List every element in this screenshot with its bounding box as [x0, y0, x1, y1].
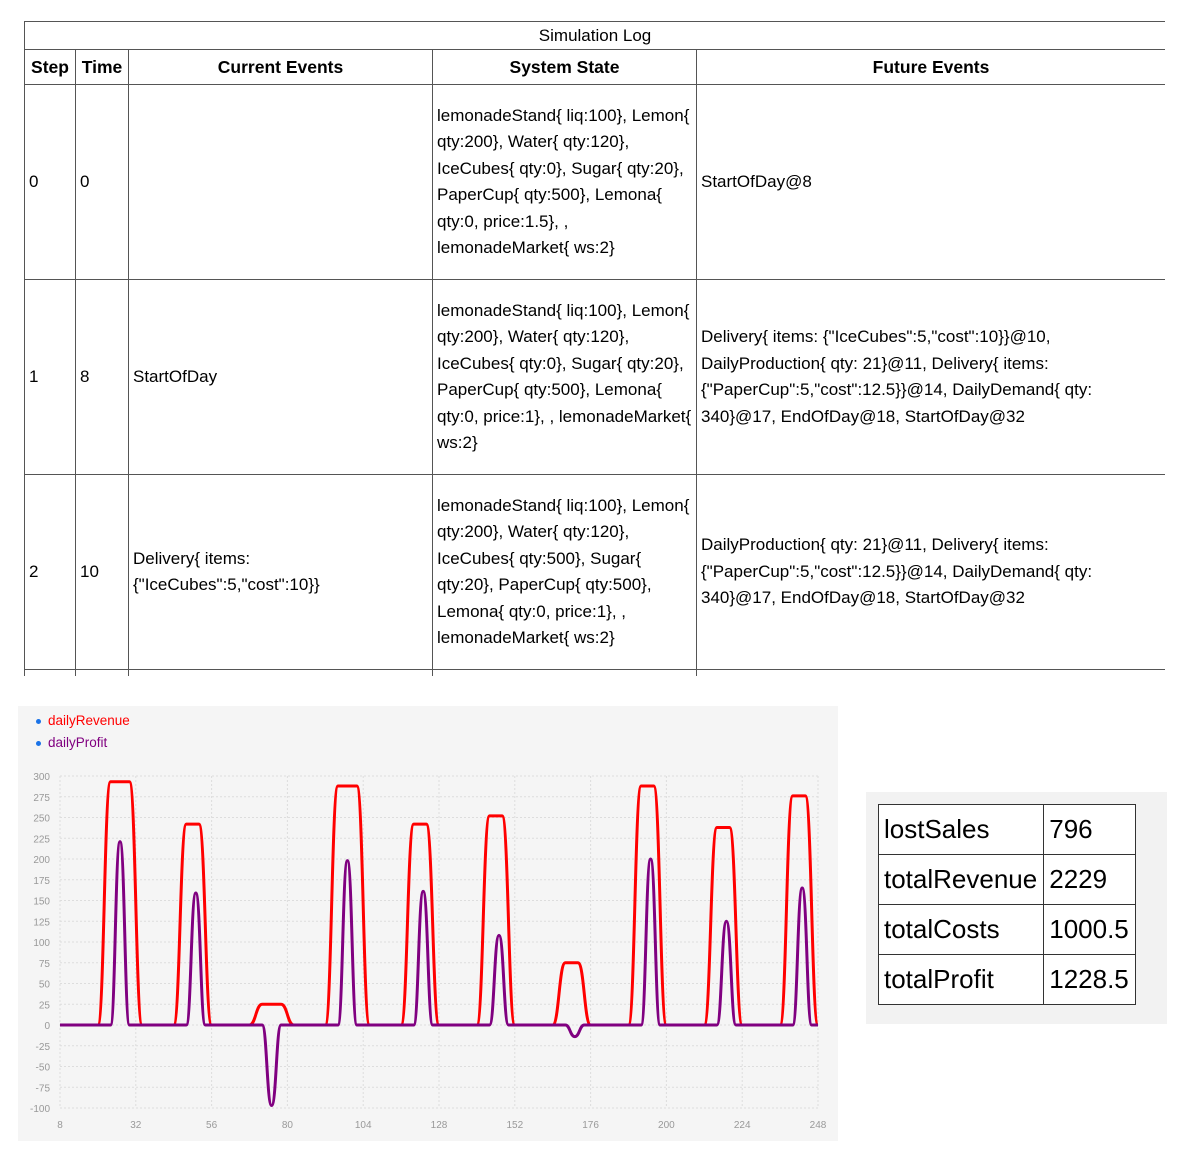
table-row: 1 8 StartOfDay lemonadeStand{ liq:100}, … [24, 279, 1165, 475]
stat-label: totalCosts [877, 904, 1045, 955]
y-tick-label: -25 [36, 1042, 51, 1053]
bullet-icon [36, 741, 41, 746]
x-tick-label: 152 [506, 1120, 523, 1131]
log-title: Simulation Log [24, 21, 1165, 50]
system-state-cell: lemonadeStand{ liq:100}, Lemon{ qty:200}… [432, 279, 697, 475]
stat-label: totalProfit [877, 954, 1045, 1005]
system-state-cell: lemonadeStand{ liq:100}, Lemon{ qty:200}… [432, 474, 697, 670]
x-tick-label: 248 [810, 1120, 827, 1131]
stat-label: lostSales [877, 804, 1045, 855]
future-events-cell: Delivery{ items: {"IceCubes":5,"cost":10… [695, 279, 1165, 475]
y-tick-label: 0 [44, 1021, 50, 1032]
x-tick-label: 32 [130, 1120, 142, 1131]
stat-value: 1228.5 [1043, 954, 1136, 1005]
y-tick-label: 100 [33, 938, 50, 949]
simulation-log-panel[interactable]: Simulation Log Step Time Current Events … [24, 21, 1165, 676]
statistics-panel: lostSales 796 totalRevenue 2229 totalCos… [866, 792, 1167, 1024]
stat-value: 1000.5 [1043, 904, 1136, 955]
x-tick-label: 224 [734, 1120, 751, 1131]
legend-item-daily-revenue[interactable]: dailyRevenue [36, 710, 130, 732]
col-header-step: Step [24, 49, 76, 85]
y-tick-label: 175 [33, 876, 50, 887]
time-cell: 10 [75, 474, 129, 670]
x-tick-label: 56 [206, 1120, 218, 1131]
y-tick-label: 275 [33, 793, 50, 804]
stat-value: 2229 [1043, 854, 1136, 905]
table-row: 0 0 lemonadeStand{ liq:100}, Lemon{ qty:… [24, 84, 1165, 280]
y-tick-label: 225 [33, 834, 50, 845]
current-events-cell [128, 84, 433, 280]
time-cell: 0 [75, 84, 129, 280]
x-tick-label: 8 [57, 1120, 63, 1131]
col-header-current-events: Current Events [128, 49, 433, 85]
legend-item-daily-profit[interactable]: dailyProfit [36, 732, 130, 754]
step-cell: 2 [24, 474, 76, 670]
x-tick-label: 128 [431, 1120, 448, 1131]
bullet-icon [36, 719, 41, 724]
y-tick-label: -50 [36, 1063, 51, 1074]
future-events-cell: DailyProduction{ qty: 21}@11, Delivery{ … [695, 474, 1165, 670]
stat-row: totalProfit 1228.5 [877, 954, 1136, 1005]
simulation-log-table: Simulation Log Step Time Current Events … [24, 21, 1165, 676]
stat-row: lostSales 796 [877, 804, 1136, 855]
stat-row: totalRevenue 2229 [877, 854, 1136, 905]
stat-value: 796 [1043, 804, 1136, 855]
step-cell: 0 [24, 84, 76, 280]
y-tick-label: 125 [33, 917, 50, 928]
log-header-row: Step Time Current Events System State Fu… [24, 49, 1165, 85]
x-tick-label: 200 [658, 1120, 675, 1131]
y-tick-label: 75 [39, 959, 51, 970]
chart-legend: dailyRevenue dailyProfit [36, 710, 130, 754]
time-cell: 8 [75, 279, 129, 475]
future-events-cell: StartOfDay@8 [695, 84, 1165, 280]
y-tick-label: -100 [30, 1104, 50, 1115]
stat-row: totalCosts 1000.5 [877, 904, 1136, 955]
y-tick-label: 50 [39, 980, 51, 991]
y-tick-label: 250 [33, 814, 50, 825]
col-header-system-state: System State [432, 49, 697, 85]
y-tick-label: 300 [33, 772, 50, 783]
table-row [24, 669, 1165, 676]
x-tick-label: 80 [282, 1120, 294, 1131]
table-row: 2 10 Delivery{ items: {"IceCubes":5,"cos… [24, 474, 1165, 670]
col-header-time: Time [75, 49, 129, 85]
y-tick-label: 200 [33, 855, 50, 866]
y-tick-label: 150 [33, 897, 50, 908]
col-header-future-events: Future Events [695, 49, 1165, 85]
current-events-cell: StartOfDay [128, 279, 433, 475]
x-tick-label: 176 [582, 1120, 599, 1131]
legend-label-daily-profit: dailyProfit [48, 735, 108, 750]
system-state-cell: lemonadeStand{ liq:100}, Lemon{ qty:200}… [432, 84, 697, 280]
step-cell: 1 [24, 279, 76, 475]
y-tick-label: -75 [36, 1083, 51, 1094]
statistics-table: lostSales 796 totalRevenue 2229 totalCos… [877, 804, 1136, 1005]
current-events-cell: Delivery{ items: {"IceCubes":5,"cost":10… [128, 474, 433, 670]
legend-label-daily-revenue: dailyRevenue [48, 713, 130, 728]
chart-panel: 300 275 250 225 200 175 150 125 100 75 50 25 0 -25 -50… [18, 706, 838, 1141]
y-tick-label: 25 [39, 1000, 51, 1011]
x-tick-label: 104 [355, 1120, 372, 1131]
line-chart: 3002752502252001751501251007550250-25-50… [30, 772, 827, 1131]
stat-label: totalRevenue [877, 854, 1045, 905]
